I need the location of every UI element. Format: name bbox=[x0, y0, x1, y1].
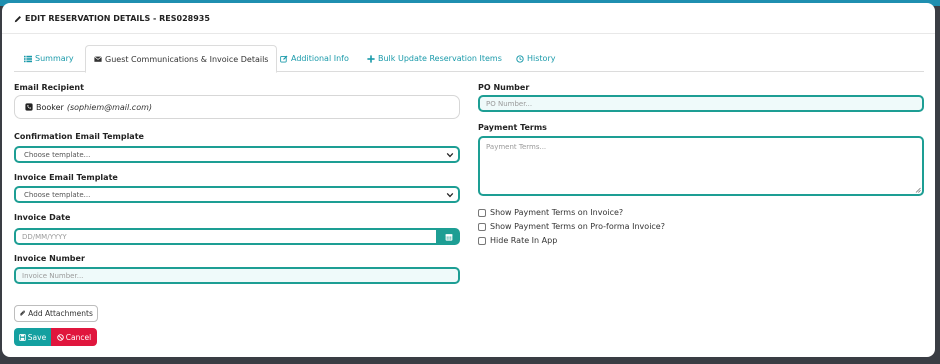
hide-rate-in-app-row[interactable]: Hide Rate In App bbox=[478, 236, 557, 245]
add-attachments-button[interactable]: Add Attachments bbox=[14, 305, 98, 322]
edit-icon bbox=[280, 55, 288, 62]
cancel-label: Cancel bbox=[65, 332, 92, 342]
resize-grip-icon[interactable] bbox=[915, 187, 921, 193]
show-payment-terms-invoice-row[interactable]: Show Payment Terms on Invoice? bbox=[478, 208, 623, 217]
show-payment-terms-proforma-label: Show Payment Terms on Pro-forma Invoice? bbox=[490, 222, 665, 231]
tab-bar: Summary Guest Communications & Invoice D… bbox=[14, 45, 924, 73]
envelope-icon bbox=[94, 56, 102, 62]
invoice-date-placeholder: DD/MM/YYYY bbox=[22, 232, 67, 241]
email-recipient-address: (sophiem@mail.com) bbox=[66, 102, 153, 112]
list-icon bbox=[24, 55, 32, 62]
invoice-date-input[interactable]: DD/MM/YYYY bbox=[14, 228, 438, 245]
invoice-date-label: Invoice Date bbox=[14, 213, 71, 222]
paperclip-icon bbox=[20, 310, 26, 316]
hide-rate-in-app-label: Hide Rate In App bbox=[490, 236, 558, 245]
tab-additional-info-label: Additional Info bbox=[291, 54, 349, 63]
invoice-template-value: Choose template... bbox=[24, 190, 91, 199]
add-attachments-label: Add Attachments bbox=[28, 309, 93, 318]
show-payment-terms-proforma-checkbox[interactable] bbox=[478, 222, 486, 231]
tab-summary[interactable]: Summary bbox=[16, 45, 82, 72]
confirmation-template-label: Confirmation Email Template bbox=[14, 132, 144, 141]
clock-icon bbox=[516, 54, 524, 63]
invoice-number-placeholder: Invoice Number... bbox=[22, 271, 84, 280]
tab-history-label: History bbox=[527, 54, 556, 63]
email-recipient-label: Email Recipient bbox=[14, 83, 84, 92]
pencil-icon bbox=[14, 15, 21, 22]
po-number-input[interactable]: PO Number... bbox=[478, 95, 924, 112]
ban-icon bbox=[57, 333, 64, 341]
confirmation-template-select[interactable]: Choose template... bbox=[14, 146, 460, 163]
tab-bulk-update[interactable]: Bulk Update Reservation Items bbox=[359, 45, 510, 72]
email-recipient-field[interactable]: Booker (sophiem@mail.com) bbox=[14, 95, 460, 119]
page-title: EDIT RESERVATION DETAILS - RES028935 bbox=[14, 14, 210, 23]
tab-summary-label: Summary bbox=[35, 54, 74, 63]
chevron-down-icon bbox=[446, 192, 454, 198]
calendar-button[interactable] bbox=[437, 228, 460, 245]
invoice-number-input[interactable]: Invoice Number... bbox=[14, 267, 460, 284]
hide-rate-in-app-checkbox[interactable] bbox=[478, 236, 486, 245]
payment-terms-label: Payment Terms bbox=[478, 123, 547, 132]
tab-additional-info[interactable]: Additional Info bbox=[272, 45, 357, 72]
confirmation-template-value: Choose template... bbox=[24, 150, 91, 159]
card-header: EDIT RESERVATION DETAILS - RES028935 bbox=[2, 3, 935, 34]
tab-guest-communications-label: Guest Communications & Invoice Details bbox=[105, 54, 269, 64]
calendar-icon bbox=[445, 233, 452, 241]
floppy-disk-icon bbox=[18, 333, 26, 341]
show-payment-terms-invoice-label: Show Payment Terms on Invoice? bbox=[490, 208, 624, 217]
chevron-down-icon bbox=[446, 152, 454, 158]
po-number-placeholder: PO Number... bbox=[486, 99, 533, 108]
tab-bulk-update-label: Bulk Update Reservation Items bbox=[378, 54, 502, 63]
payment-terms-placeholder: Payment Terms... bbox=[486, 143, 547, 151]
edit-reservation-card: EDIT RESERVATION DETAILS - RES028935 Sum… bbox=[2, 3, 935, 357]
invoice-number-label: Invoice Number bbox=[14, 254, 85, 263]
phone-icon bbox=[25, 103, 33, 111]
payment-terms-textarea[interactable]: Payment Terms... bbox=[478, 136, 924, 196]
plus-icon bbox=[367, 54, 375, 63]
save-label: Save bbox=[27, 332, 47, 342]
po-number-label: PO Number bbox=[478, 83, 530, 92]
show-payment-terms-invoice-checkbox[interactable] bbox=[478, 208, 486, 217]
tab-guest-communications[interactable]: Guest Communications & Invoice Details bbox=[85, 45, 278, 73]
save-button[interactable]: Save bbox=[14, 328, 51, 346]
email-recipient-name: Booker bbox=[36, 102, 64, 112]
page-title-text: EDIT RESERVATION DETAILS - RES028935 bbox=[25, 14, 210, 23]
show-payment-terms-proforma-row[interactable]: Show Payment Terms on Pro-forma Invoice? bbox=[478, 222, 665, 231]
invoice-template-select[interactable]: Choose template... bbox=[14, 186, 460, 203]
cancel-button[interactable]: Cancel bbox=[51, 328, 97, 346]
tab-history[interactable]: History bbox=[508, 45, 563, 72]
invoice-template-label: Invoice Email Template bbox=[14, 173, 118, 182]
